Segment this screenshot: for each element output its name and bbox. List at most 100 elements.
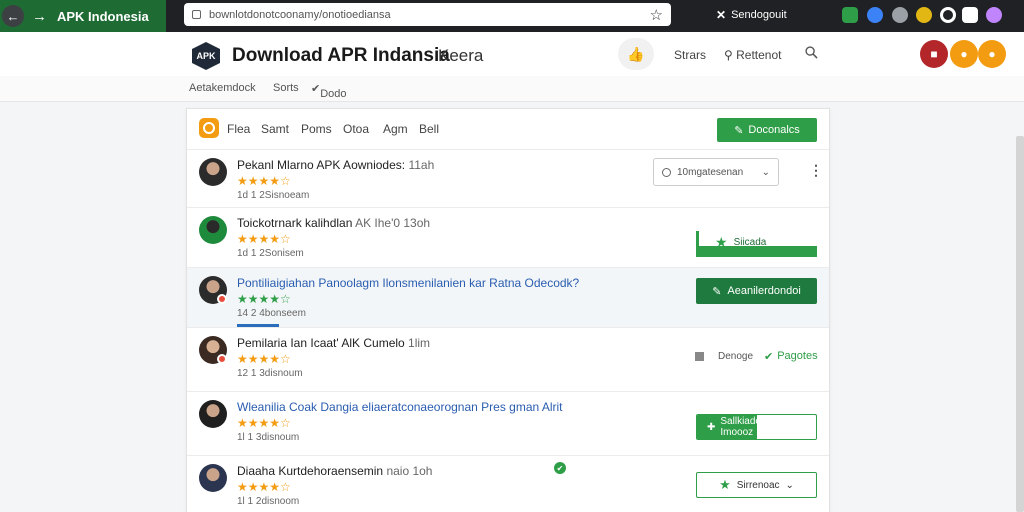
chevron-down-icon: ⌄ [785, 479, 794, 491]
close-icon: ✕ [716, 8, 727, 22]
extension-icon[interactable] [842, 7, 858, 23]
subnav-item[interactable]: Aetakemdock [189, 82, 256, 94]
breadcrumb: Aetakemdock Sorts ✔ Dodo [0, 76, 1024, 102]
rating-stars: ★★★★☆ [237, 232, 291, 246]
install-button[interactable]: ✚ Sallkiade Imoooz [696, 414, 817, 440]
item-title-link[interactable]: Pontiliaigiahan Panoolagm Ilonsmenilanie… [237, 276, 579, 290]
item-title-text: Pontiliaigiahan Panoolagm Ilonsmenilanie… [237, 276, 580, 290]
item-title-text: Diaaha Kurtdehoraensemin [237, 464, 384, 478]
subnav-item[interactable]: ✔ Dodo [311, 82, 347, 100]
browser-action-button[interactable]: ✕ Sendogouit [716, 8, 787, 22]
avatar [199, 158, 227, 186]
extension-icon[interactable] [892, 7, 908, 23]
item-subtitle: 1l 1 2disnoom [237, 496, 300, 507]
rating-stars: ★★★★☆ [237, 292, 291, 306]
list-item[interactable]: Diaaha Kurtdehoraensemin naio 1oh ✔ ★★★★… [187, 455, 829, 512]
dropdown-action-button[interactable]: ★ Sirrenoac ⌄ [696, 472, 817, 498]
filter-tab[interactable]: Bell [419, 122, 439, 136]
app-list-card: Flea Samt Poms Otoa Agm Bell ✎ Doconalcs… [186, 108, 830, 512]
referral-link-label: Rettenot [736, 48, 782, 62]
bookmark-star-icon[interactable]: ☆ [650, 6, 663, 24]
notification-icon[interactable]: ■ [920, 40, 948, 68]
rating-stars: ★★★★☆ [237, 352, 291, 366]
item-title[interactable]: Pekanl Mlarno APK Aowniodes: 11ah [237, 158, 434, 172]
subnav-item[interactable]: Sorts [273, 82, 299, 94]
avatar [199, 400, 227, 428]
secondary-action-button[interactable]: ★ Siicada [696, 231, 817, 257]
item-meta: 1lim [408, 336, 431, 350]
site-title[interactable]: Download APR Indansia [232, 45, 450, 67]
filter-tab[interactable]: Samt [261, 122, 289, 136]
star-icon: ★ [715, 233, 728, 250]
filter-tab[interactable]: Flea [227, 122, 250, 136]
dropdown-action-label: Sirrenoac [736, 479, 780, 491]
item-subtitle: 1d 1 2Sisnoeam [237, 190, 310, 201]
settings-icon[interactable]: ● [950, 40, 978, 68]
user-icon[interactable]: ● [978, 40, 1006, 68]
search-icon[interactable] [805, 46, 818, 59]
item-title[interactable]: Toickotrnark kalihdlan AK Ihe'0 13oh [237, 216, 430, 230]
referral-link[interactable]: ⚲ Rettenot [724, 48, 782, 62]
url-text: bownlotdonotcoonamy/onotioediansa [209, 8, 391, 21]
version-select[interactable]: 10mgatesenan ⌄ [653, 158, 779, 186]
secondary-action-label: Siicada [733, 236, 767, 248]
item-title-text: Wleanilia Coak Dangia eliaeratconaeorogn… [237, 400, 563, 414]
filter-tab[interactable]: Otoa [343, 122, 369, 136]
site-subtitle: Keera [438, 46, 484, 65]
list-item[interactable]: Wleanilia Coak Dangia eliaeratconaeorogn… [187, 391, 829, 451]
filter-tab[interactable]: Agm [383, 122, 408, 136]
verified-icon: ✔ [554, 462, 566, 474]
lock-icon [192, 10, 201, 19]
list-item[interactable]: Pekanl Mlarno APK Aowniodes: 11ah ★★★★☆ … [187, 149, 829, 209]
list-item[interactable]: Toickotrnark kalihdlan AK Ihe'0 13oh ★★★… [187, 207, 829, 267]
item-title[interactable]: Pemilaria Ian Icaat' AlK Cumelo 1lim [237, 336, 430, 350]
item-title-link[interactable]: Wleanilia Coak Dangia eliaeratconaeorogn… [237, 400, 563, 414]
chevron-down-icon: ⌄ [761, 166, 770, 178]
rating-stars: ★★★★☆ [237, 174, 291, 188]
extension-icon[interactable] [940, 7, 956, 23]
install-button-label: Sallkiade Imoooz [720, 416, 761, 438]
primary-action-button[interactable]: ✎ Aeanilerdondoi [696, 278, 817, 304]
star-icon: ★ [719, 477, 731, 492]
extension-icon[interactable] [916, 7, 932, 23]
filter-icon[interactable] [199, 118, 219, 138]
tab-title: APK Indonesia [57, 8, 149, 24]
forward-arrow-icon[interactable]: → [32, 8, 47, 25]
browser-chrome: ← → APK Indonesia bownlotdonotcoonamy/on… [0, 0, 1024, 32]
item-title-text: Toickotrnark kalihdlan [237, 216, 353, 230]
clock-icon [662, 167, 671, 177]
profile-avatar[interactable] [986, 7, 1002, 23]
download-button[interactable]: ✎ Doconalcs [717, 118, 817, 142]
version-select-label: 10mgatesenan [677, 166, 744, 178]
site-logo-icon[interactable]: APK [192, 42, 220, 70]
item-meta: naio 1oh [386, 464, 433, 478]
puzzle-icon[interactable] [962, 7, 978, 23]
rating-stars: ★★★★☆ [237, 416, 291, 430]
browser-tab[interactable]: ← → APK Indonesia [0, 0, 166, 32]
scrollbar[interactable] [1016, 136, 1024, 512]
item-title[interactable]: Diaaha Kurtdehoraensemin naio 1oh [237, 464, 432, 478]
filter-bar: Flea Samt Poms Otoa Agm Bell ✎ Doconalcs [187, 109, 829, 149]
install-button-lead: ✚ Sallkiade Imoooz [697, 415, 761, 439]
address-bar[interactable]: bownlotdonotcoonamy/onotioediansa ☆ [184, 3, 671, 26]
pencil-icon: ✎ [734, 124, 744, 137]
browser-action-label: Sendogouit [731, 9, 787, 21]
extension-icon[interactable] [867, 7, 883, 23]
checkbox[interactable] [695, 352, 704, 361]
subnav-item-label: Dodo [320, 88, 347, 100]
check-link[interactable]: ✔ Pagotes [764, 350, 818, 363]
more-options-icon[interactable]: ⋮ [809, 162, 823, 179]
check-icon: ✔ [764, 351, 774, 363]
list-item[interactable]: Pemilaria Ian Icaat' AlK Cumelo 1lim ★★★… [187, 327, 829, 387]
filter-tab[interactable]: Poms [301, 122, 332, 136]
item-meta: AK Ihe'0 13oh [355, 216, 431, 230]
item-title-text: Pekanl Mlarno APK Aowniodes: [237, 158, 406, 172]
stars-link[interactable]: Strars [674, 48, 706, 62]
back-arrow-icon[interactable]: ← [2, 5, 24, 27]
mini-label[interactable]: Denoge [718, 351, 753, 362]
list-item[interactable]: Pontiliaigiahan Panoolagm Ilonsmenilanie… [187, 267, 829, 327]
item-title-text: Pemilaria Ian Icaat' AlK Cumelo [237, 336, 405, 350]
thumbs-up-button[interactable]: 👍 [618, 38, 654, 70]
item-subtitle: 1l 1 3disnoum [237, 432, 300, 443]
item-meta: 11ah [408, 158, 435, 172]
